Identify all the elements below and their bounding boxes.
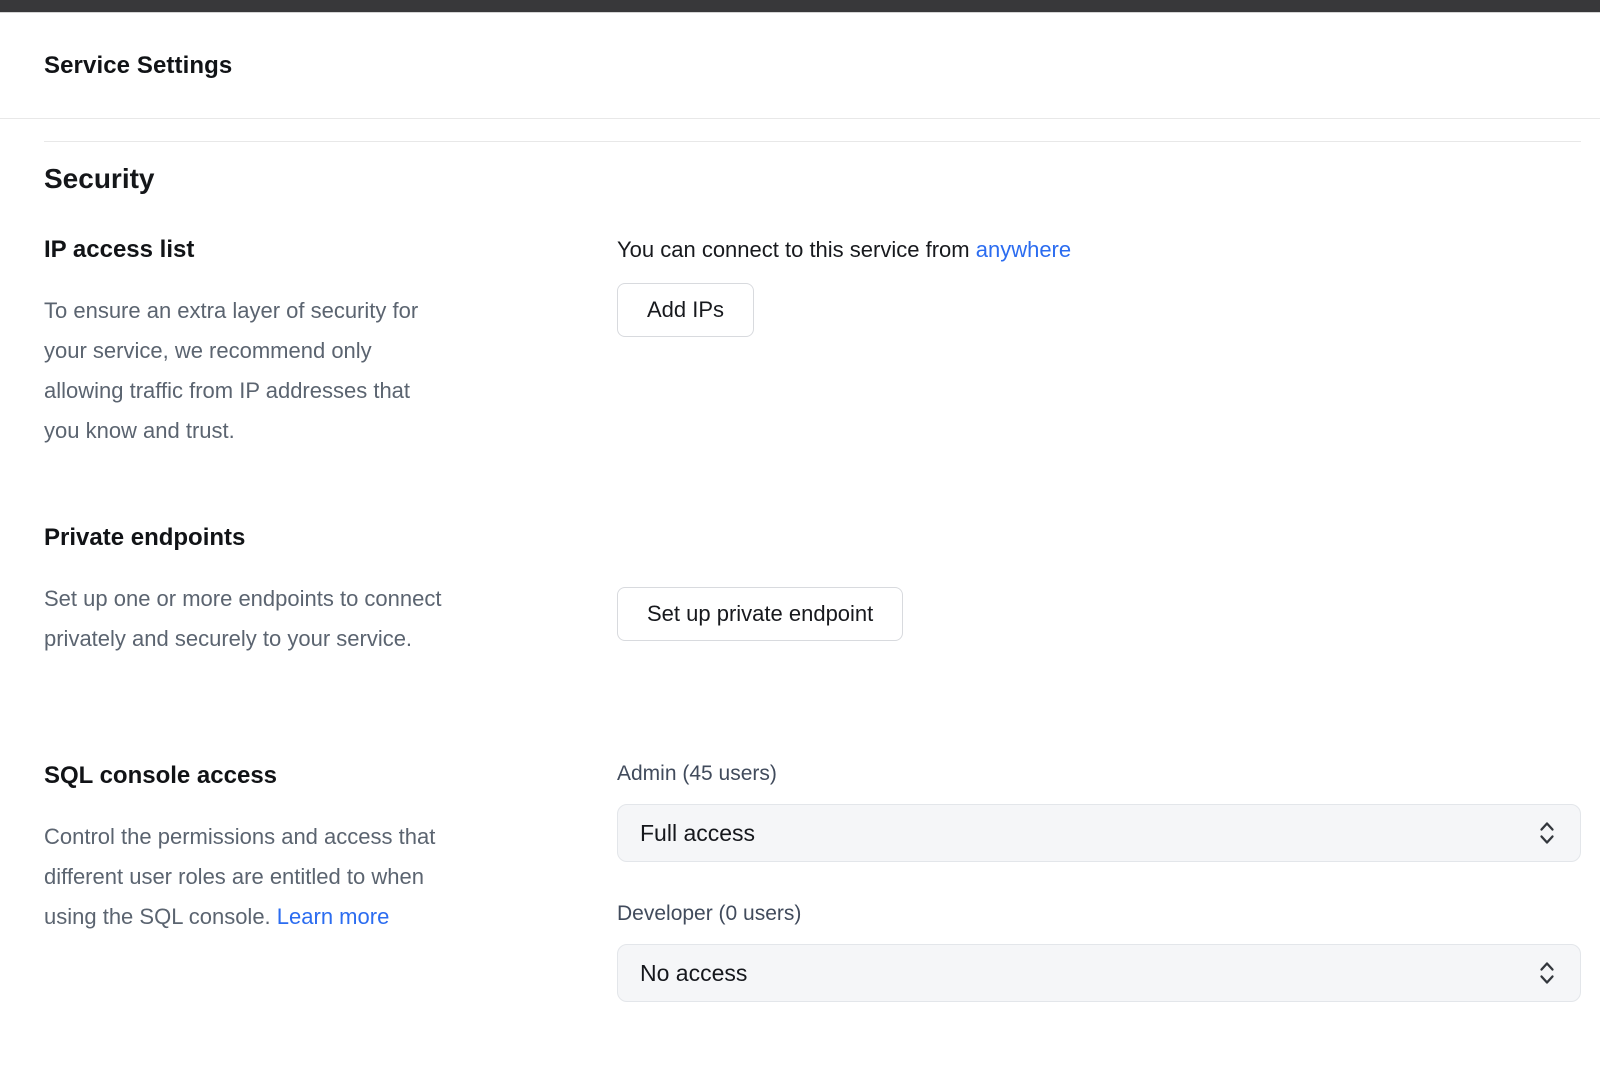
ip-access-info: IP access list To ensure an extra layer …: [44, 235, 617, 451]
ip-access-description: To ensure an extra layer of security for…: [44, 291, 567, 451]
developer-access-select[interactable]: No access: [617, 944, 1581, 1002]
setup-private-endpoint-button[interactable]: Set up private endpoint: [617, 587, 903, 641]
page-header: Service Settings: [0, 13, 1600, 119]
ip-access-heading: IP access list: [44, 235, 567, 265]
ip-access-row: IP access list To ensure an extra layer …: [44, 235, 1581, 451]
ip-access-status: You can connect to this service from any…: [617, 235, 1581, 265]
private-endpoints-description: Set up one or more endpoints to connect …: [44, 579, 567, 659]
anywhere-link[interactable]: anywhere: [976, 237, 1071, 262]
private-endpoints-info: Private endpoints Set up one or more end…: [44, 523, 617, 659]
ip-access-status-text: You can connect to this service from: [617, 237, 970, 262]
description-line: you know and trust.: [44, 411, 567, 451]
description-line: Set up one or more endpoints to connect: [44, 579, 567, 619]
description-line: privately and securely to your service.: [44, 619, 567, 659]
window-top-bar: [0, 0, 1600, 13]
sql-console-info: SQL console access Control the permissio…: [44, 761, 617, 937]
description-line: Control the permissions and access that: [44, 817, 567, 857]
sql-console-heading: SQL console access: [44, 761, 567, 791]
select-chevrons-icon: [1536, 818, 1558, 848]
main-content: Security IP access list To ensure an ext…: [44, 119, 1581, 1064]
developer-role-label: Developer (0 users): [617, 901, 1581, 927]
admin-access-select[interactable]: Full access: [617, 804, 1581, 862]
sql-console-controls: Admin (45 users) Full access Developer (…: [617, 761, 1581, 1002]
sql-console-description: Control the permissions and access that …: [44, 817, 567, 937]
learn-more-link[interactable]: Learn more: [277, 904, 390, 929]
description-line-text: using the SQL console.: [44, 904, 271, 929]
ip-access-controls: You can connect to this service from any…: [617, 235, 1581, 337]
private-endpoints-row: Private endpoints Set up one or more end…: [44, 523, 1581, 659]
sql-console-access-row: SQL console access Control the permissio…: [44, 761, 1581, 1002]
private-endpoints-heading: Private endpoints: [44, 523, 567, 553]
description-line: To ensure an extra layer of security for: [44, 291, 567, 331]
description-line: different user roles are entitled to whe…: [44, 857, 567, 897]
security-section-title: Security: [44, 162, 1581, 196]
private-endpoints-controls: Set up private endpoint: [617, 523, 1581, 641]
description-line: using the SQL console. Learn more: [44, 897, 567, 937]
select-chevrons-icon: [1536, 958, 1558, 988]
developer-access-value: No access: [640, 960, 747, 987]
page-title: Service Settings: [44, 52, 232, 80]
admin-access-value: Full access: [640, 820, 755, 847]
add-ips-button[interactable]: Add IPs: [617, 283, 754, 337]
admin-role-label: Admin (45 users): [617, 761, 1581, 787]
description-line: allowing traffic from IP addresses that: [44, 371, 567, 411]
security-section: Security IP access list To ensure an ext…: [44, 141, 1581, 1064]
description-line: your service, we recommend only: [44, 331, 567, 371]
